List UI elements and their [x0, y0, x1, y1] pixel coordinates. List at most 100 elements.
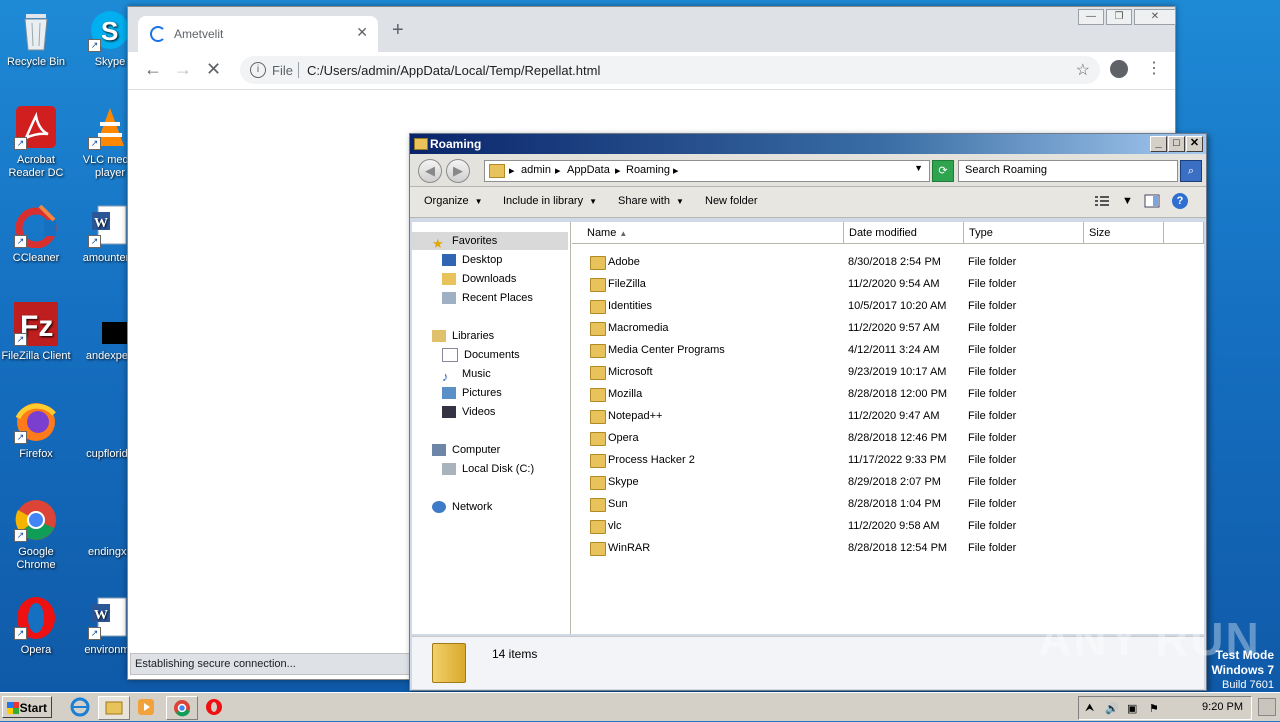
file-type: File folder — [968, 256, 1017, 268]
clock[interactable]: 9:20 PM — [1202, 701, 1243, 713]
opera-shortcut[interactable]: ↗ Opera — [0, 596, 72, 657]
search-icon[interactable]: ⌕ — [1180, 160, 1202, 182]
black-file-icon — [88, 302, 132, 346]
column-header-date[interactable]: Date modified — [844, 222, 964, 244]
item-count: 14 items — [492, 647, 538, 661]
file-row[interactable]: Identities 10/5/2017 10:20 AM File folder — [572, 295, 1204, 317]
new-folder-button[interactable]: New folder — [705, 195, 758, 207]
help-icon[interactable]: ? — [1172, 193, 1188, 209]
internet-explorer-icon[interactable] — [68, 697, 92, 717]
nav-pictures[interactable]: Pictures — [442, 384, 502, 402]
volume-icon[interactable]: 🔊 — [1105, 702, 1119, 715]
acrobat-shortcut[interactable]: ↗ Acrobat Reader DC — [0, 106, 72, 180]
file-row[interactable]: Adobe 8/30/2018 2:54 PM File folder — [572, 251, 1204, 273]
file-row[interactable]: Sun 8/28/2018 1:04 PM File folder — [572, 493, 1204, 515]
file-row[interactable]: Media Center Programs 4/12/2011 3:24 AM Fi… — [572, 339, 1204, 361]
search-input[interactable]: Search Roaming — [958, 160, 1178, 182]
breadcrumb-arrow-icon[interactable]: ▸ — [509, 164, 515, 177]
file-row[interactable]: vlc 11/2/2020 9:58 AM File folder — [572, 515, 1204, 537]
start-button[interactable]: Start — [2, 696, 52, 718]
file-row[interactable]: Opera 8/28/2018 12:46 PM File folder — [572, 427, 1204, 449]
breadcrumb-arrow-icon[interactable]: ▸ — [615, 164, 621, 177]
maximize-button[interactable]: □ — [1168, 136, 1185, 152]
folder-icon — [590, 542, 606, 556]
stop-loading-button[interactable]: ✕ — [206, 59, 221, 80]
nav-local-disk[interactable]: Local Disk (C:) — [442, 460, 534, 478]
forward-button[interactable]: ▶ — [446, 159, 470, 183]
minimize-button[interactable]: — — [1078, 9, 1104, 25]
breadcrumb[interactable]: ▸ admin ▸ AppData ▸ Roaming ▸ ▼ — [484, 160, 930, 182]
file-type: File folder — [968, 322, 1017, 334]
nav-computer[interactable]: Computer — [432, 441, 500, 459]
view-options-dropdown-icon[interactable]: ▼ — [1122, 195, 1133, 207]
column-header-name[interactable]: Name ▲ — [572, 222, 844, 244]
tab-close-button[interactable]: ✕ — [356, 24, 368, 41]
folder-icon — [414, 138, 428, 150]
file-row[interactable]: Notepad++ 11/2/2020 9:47 AM File folder — [572, 405, 1204, 427]
chrome-menu-icon[interactable]: ⋮ — [1146, 58, 1162, 78]
filezilla-shortcut[interactable]: Fz ↗ FileZilla Client — [0, 302, 72, 363]
nav-music[interactable]: ♪ Music — [442, 365, 491, 384]
file-row[interactable]: FileZilla 11/2/2020 9:54 AM File folder — [572, 273, 1204, 295]
back-button[interactable]: ← — [144, 59, 162, 80]
breadcrumb-arrow-icon[interactable]: ▸ — [555, 164, 561, 177]
breadcrumb-arrow-icon[interactable]: ▸ — [673, 164, 679, 177]
folder-icon — [590, 432, 606, 446]
file-row[interactable]: Macromedia 11/2/2020 9:57 AM File folder — [572, 317, 1204, 339]
include-in-library-button[interactable]: Include in library ▼ — [503, 195, 597, 207]
url-text[interactable]: C:/Users/admin/AppData/Local/Temp/Repell… — [307, 63, 600, 78]
file-row[interactable]: WinRAR 8/28/2018 12:54 PM File folder — [572, 537, 1204, 559]
chrome-shortcut[interactable]: ↗ Google Chrome — [0, 498, 72, 572]
explorer-taskbar-button[interactable] — [98, 696, 130, 720]
chrome-taskbar-button[interactable] — [166, 696, 198, 720]
opera-taskbar-icon[interactable] — [202, 697, 226, 717]
column-header-size[interactable]: Size — [1084, 222, 1164, 244]
explorer-command-bar: Organize ▼ Include in library ▼ Share with… — [410, 187, 1206, 218]
column-header-type[interactable]: Type — [964, 222, 1084, 244]
file-row[interactable]: Microsoft 9/23/2019 10:17 AM File folder — [572, 361, 1204, 383]
address-bar[interactable]: i File C:/Users/admin/AppData/Local/Temp… — [240, 56, 1100, 84]
firefox-shortcut[interactable]: ↗ Firefox — [0, 400, 72, 461]
file-row[interactable]: Process Hacker 2 11/17/2022 9:33 PM File f… — [572, 449, 1204, 471]
profile-avatar-icon[interactable] — [1110, 60, 1128, 78]
nav-network[interactable]: Network — [432, 498, 492, 516]
breadcrumb-item[interactable]: Roaming — [626, 164, 670, 176]
nav-label: Music — [462, 368, 491, 380]
media-player-icon[interactable] — [134, 697, 158, 717]
ccleaner-shortcut[interactable]: ↗ CCleaner — [0, 204, 72, 265]
nav-recent-places[interactable]: Recent Places — [442, 289, 533, 307]
share-with-button[interactable]: Share with ▼ — [618, 195, 684, 207]
refresh-icon[interactable]: ⟳ — [932, 160, 954, 182]
file-row[interactable]: Mozilla 8/28/2018 12:00 PM File folder — [572, 383, 1204, 405]
recycle-bin-shortcut[interactable]: Recycle Bin — [0, 8, 72, 69]
minimize-button[interactable]: _ — [1150, 136, 1167, 152]
bookmark-star-icon[interactable]: ☆ — [1076, 60, 1090, 80]
site-info-icon[interactable]: i — [250, 62, 266, 78]
network-tray-icon[interactable]: ▣ — [1127, 702, 1137, 715]
action-center-flag-icon[interactable]: ⚑ — [1149, 702, 1159, 715]
omnibox-divider — [298, 62, 299, 78]
nav-videos[interactable]: Videos — [442, 403, 495, 421]
forward-button[interactable]: → — [174, 59, 192, 80]
address-dropdown-icon[interactable]: ▼ — [914, 163, 923, 173]
file-row[interactable]: Skype 8/29/2018 2:07 PM File folder — [572, 471, 1204, 493]
breadcrumb-item[interactable]: admin — [521, 164, 551, 176]
nav-desktop[interactable]: Desktop — [442, 251, 502, 269]
breadcrumb-item[interactable]: AppData — [567, 164, 610, 176]
new-tab-button[interactable]: + — [392, 19, 404, 42]
nav-documents[interactable]: Documents — [442, 346, 520, 364]
organize-button[interactable]: Organize ▼ — [424, 195, 483, 207]
preview-pane-icon[interactable] — [1144, 193, 1160, 209]
tray-expand-icon[interactable]: ⮝ — [1085, 702, 1094, 715]
change-view-icon[interactable] — [1094, 193, 1110, 209]
close-window-button[interactable]: ✕ — [1186, 136, 1203, 152]
nav-favorites[interactable]: ★ Favorites — [412, 232, 568, 251]
show-desktop-button[interactable] — [1258, 698, 1276, 716]
back-button[interactable]: ◀ — [418, 159, 442, 183]
nav-libraries[interactable]: Libraries — [432, 327, 494, 345]
restore-button[interactable]: ❐ — [1106, 9, 1132, 25]
close-window-button[interactable]: ✕ — [1134, 9, 1176, 25]
nav-downloads[interactable]: Downloads — [442, 270, 516, 288]
file-type: File folder — [968, 476, 1017, 488]
browser-tab[interactable]: Ametvelit ✕ — [138, 16, 378, 52]
